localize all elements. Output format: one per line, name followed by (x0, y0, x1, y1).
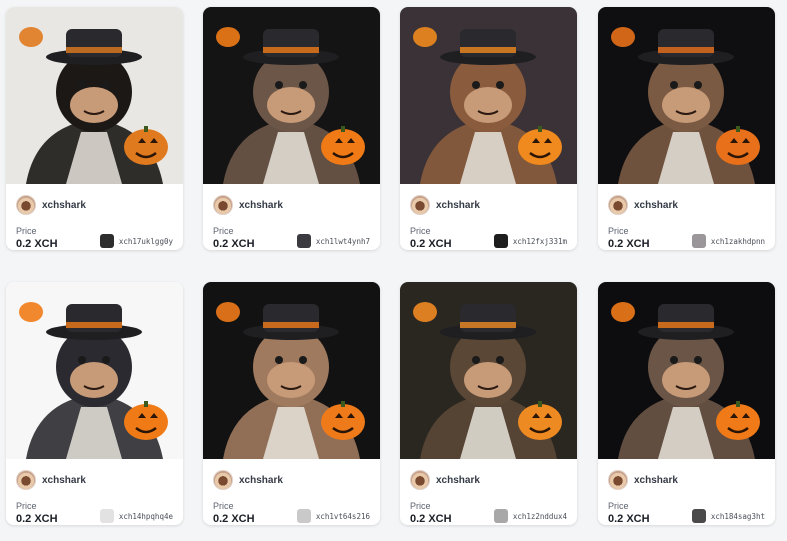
creator-row[interactable]: xchshark (400, 184, 577, 218)
nft-artwork[interactable] (400, 282, 577, 459)
price-value: 0.2 XCH (608, 238, 650, 250)
price-value: 0.2 XCH (16, 238, 58, 250)
token-id: xch1vt64s216 (315, 511, 370, 521)
nft-card[interactable]: xchshark Price 0.2 XCH xch1zakhdpnn (598, 7, 775, 250)
card-meta: Price 0.2 XCH xch1z2nddux4 (400, 493, 577, 525)
nft-card[interactable]: xchshark Price 0.2 XCH xch14hpqhq4e (6, 282, 183, 525)
card-meta: Price 0.2 XCH xch12fxj331m (400, 218, 577, 250)
creator-avatar (410, 195, 430, 215)
token-id-row[interactable]: xch17uklgg0y (99, 234, 173, 248)
price-label: Price (608, 501, 629, 511)
token-id-row[interactable]: xch12fxj331m (493, 234, 567, 248)
price-label: Price (213, 226, 234, 236)
token-swatch (493, 509, 508, 523)
nft-artwork[interactable] (203, 282, 380, 459)
creator-row[interactable]: xchshark (598, 184, 775, 218)
token-id: xch1lwt4ynh7 (315, 236, 370, 246)
creator-name[interactable]: xchshark (42, 200, 86, 211)
card-meta: Price 0.2 XCH xch1zakhdpnn (598, 218, 775, 250)
creator-name[interactable]: xchshark (239, 200, 283, 211)
token-id: xch14hpqhq4e (118, 511, 173, 521)
card-meta: Price 0.2 XCH xch14hpqhq4e (6, 493, 183, 525)
token-id-row[interactable]: xch1z2nddux4 (493, 509, 567, 523)
monkey-illustration (6, 7, 183, 184)
price-label: Price (213, 501, 234, 511)
nft-artwork[interactable] (400, 7, 577, 184)
card-meta: Price 0.2 XCH xch184sag3ht (598, 493, 775, 525)
nft-card[interactable]: xchshark Price 0.2 XCH xch1vt64s216 (203, 282, 380, 525)
nft-card[interactable]: xchshark Price 0.2 XCH xch1z2nddux4 (400, 282, 577, 525)
monkey-illustration (203, 7, 380, 184)
monkey-illustration (598, 7, 775, 184)
creator-avatar (608, 195, 628, 215)
nft-artwork[interactable] (6, 7, 183, 184)
token-swatch (296, 234, 311, 248)
creator-avatar (213, 470, 233, 490)
token-id-row[interactable]: xch14hpqhq4e (99, 509, 173, 523)
card-meta: Price 0.2 XCH xch1vt64s216 (203, 493, 380, 525)
token-id: xch1zakhdpnn (710, 236, 765, 246)
nft-artwork[interactable] (598, 7, 775, 184)
price-value: 0.2 XCH (410, 513, 452, 525)
token-id: xch17uklgg0y (118, 236, 173, 246)
nft-card[interactable]: xchshark Price 0.2 XCH xch1lwt4ynh7 (203, 7, 380, 250)
price-label: Price (608, 226, 629, 236)
token-id: xch184sag3ht (710, 511, 765, 521)
monkey-illustration (6, 282, 183, 459)
monkey-illustration (203, 282, 380, 459)
creator-row[interactable]: xchshark (203, 184, 380, 218)
creator-avatar (16, 470, 36, 490)
creator-name[interactable]: xchshark (634, 200, 678, 211)
token-id: xch12fxj331m (512, 236, 567, 246)
monkey-illustration (598, 282, 775, 459)
creator-row[interactable]: xchshark (6, 459, 183, 493)
card-meta: Price 0.2 XCH xch17uklgg0y (6, 218, 183, 250)
creator-name[interactable]: xchshark (239, 475, 283, 486)
creator-name[interactable]: xchshark (436, 475, 480, 486)
creator-avatar (213, 195, 233, 215)
nft-artwork[interactable] (203, 7, 380, 184)
nft-artwork[interactable] (598, 282, 775, 459)
creator-name[interactable]: xchshark (634, 475, 678, 486)
token-id-row[interactable]: xch184sag3ht (691, 509, 765, 523)
creator-row[interactable]: xchshark (6, 184, 183, 218)
token-swatch (99, 234, 114, 248)
nft-card[interactable]: xchshark Price 0.2 XCH xch17uklgg0y (6, 7, 183, 250)
token-swatch (493, 234, 508, 248)
price-value: 0.2 XCH (213, 238, 255, 250)
token-id-row[interactable]: xch1zakhdpnn (691, 234, 765, 248)
creator-row[interactable]: xchshark (400, 459, 577, 493)
nft-card[interactable]: xchshark Price 0.2 XCH xch12fxj331m (400, 7, 577, 250)
price-value: 0.2 XCH (410, 238, 452, 250)
nft-grid: xchshark Price 0.2 XCH xch17uklgg0y xchs… (0, 0, 787, 541)
nft-artwork[interactable] (6, 282, 183, 459)
price-label: Price (16, 226, 37, 236)
token-swatch (296, 509, 311, 523)
price-label: Price (16, 501, 37, 511)
token-swatch (691, 509, 706, 523)
token-id: xch1z2nddux4 (512, 511, 567, 521)
creator-row[interactable]: xchshark (598, 459, 775, 493)
token-swatch (691, 234, 706, 248)
creator-avatar (410, 470, 430, 490)
monkey-illustration (400, 7, 577, 184)
creator-avatar (608, 470, 628, 490)
nft-card[interactable]: xchshark Price 0.2 XCH xch184sag3ht (598, 282, 775, 525)
price-label: Price (410, 226, 431, 236)
creator-row[interactable]: xchshark (203, 459, 380, 493)
token-id-row[interactable]: xch1lwt4ynh7 (296, 234, 370, 248)
card-meta: Price 0.2 XCH xch1lwt4ynh7 (203, 218, 380, 250)
price-label: Price (410, 501, 431, 511)
creator-name[interactable]: xchshark (436, 200, 480, 211)
token-swatch (99, 509, 114, 523)
monkey-illustration (400, 282, 577, 459)
creator-avatar (16, 195, 36, 215)
price-value: 0.2 XCH (16, 513, 58, 525)
price-value: 0.2 XCH (608, 513, 650, 525)
creator-name[interactable]: xchshark (42, 475, 86, 486)
token-id-row[interactable]: xch1vt64s216 (296, 509, 370, 523)
price-value: 0.2 XCH (213, 513, 255, 525)
